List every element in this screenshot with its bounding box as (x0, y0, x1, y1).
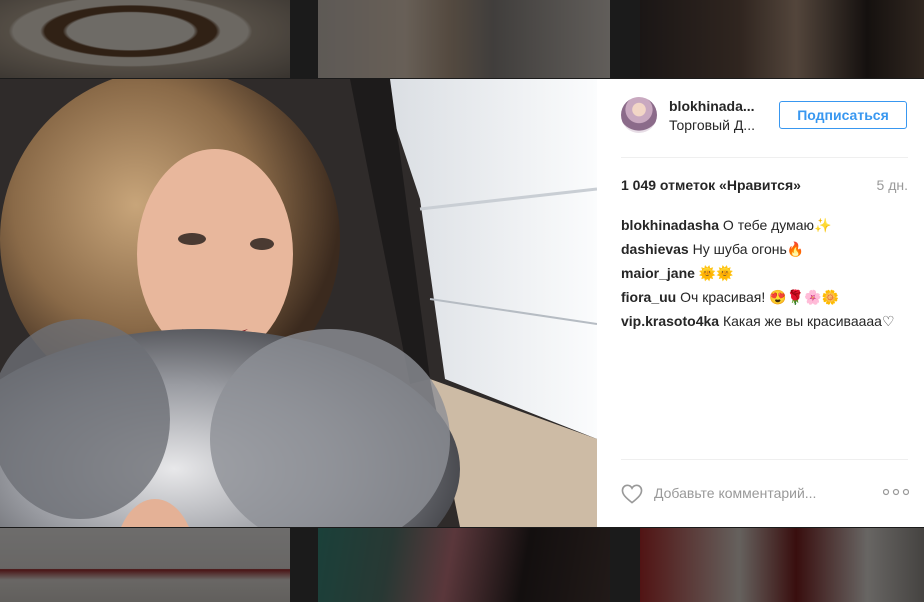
comment: fiora_uu Оч красивая! 😍🌹🌸🌼 (621, 285, 921, 309)
background-thumbnail[interactable] (0, 528, 290, 602)
post-photo[interactable] (0, 79, 597, 527)
post-details-panel: blokhinada... Торговый Д... Подписаться … (597, 79, 924, 527)
location-link[interactable]: Торговый Д... (669, 117, 761, 133)
background-thumbnail[interactable] (640, 528, 924, 602)
divider (621, 157, 908, 158)
comment: maior_jane 🌞🌞 (621, 261, 921, 285)
post-photo-image (0, 79, 597, 527)
avatar[interactable] (621, 97, 657, 133)
comment-user[interactable]: maior_jane (621, 265, 695, 281)
follow-button[interactable]: Подписаться (779, 101, 907, 129)
background-thumbnail[interactable] (640, 0, 924, 78)
background-thumbnail[interactable] (318, 0, 610, 78)
comment-text: Оч красивая! 😍🌹🌸🌼 (680, 289, 839, 305)
comment: vip.krasoto4ka Какая же вы красиваааа♡ (621, 309, 921, 333)
comment-user[interactable]: dashievas (621, 241, 689, 257)
post-modal: blokhinada... Торговый Д... Подписаться … (0, 79, 924, 527)
comment-text: О тебе думаю✨ (722, 217, 832, 233)
comment-text: Какая же вы красиваааа♡ (722, 313, 895, 329)
likes-count[interactable]: 1 049 отметок «Нравится» (621, 177, 801, 193)
comment-user[interactable]: vip.krasoto4ka (621, 313, 719, 329)
comment: blokhinadasha О тебе думаю✨ (621, 213, 921, 237)
divider (621, 459, 908, 460)
comment-user[interactable]: fiora_uu (621, 289, 676, 305)
post-header: blokhinada... Торговый Д... Подписаться (621, 97, 911, 137)
comment: dashievas Ну шуба огонь🔥 (621, 237, 921, 261)
post-time[interactable]: 5 дн. (877, 177, 908, 193)
background-thumbnail[interactable] (0, 0, 290, 78)
username-link[interactable]: blokhinada... (669, 98, 761, 114)
comments-list: blokhinadasha О тебе думаю✨ dashievas Ну… (621, 213, 921, 333)
comment-text: Ну шуба огонь🔥 (692, 241, 805, 257)
heart-icon[interactable] (621, 484, 643, 504)
more-options-icon[interactable] (883, 487, 909, 497)
comment-input[interactable]: Добавьте комментарий... (654, 485, 816, 501)
comment-text: 🌞🌞 (698, 265, 734, 281)
background-thumbnail[interactable] (318, 528, 610, 602)
comment-user[interactable]: blokhinadasha (621, 217, 719, 233)
